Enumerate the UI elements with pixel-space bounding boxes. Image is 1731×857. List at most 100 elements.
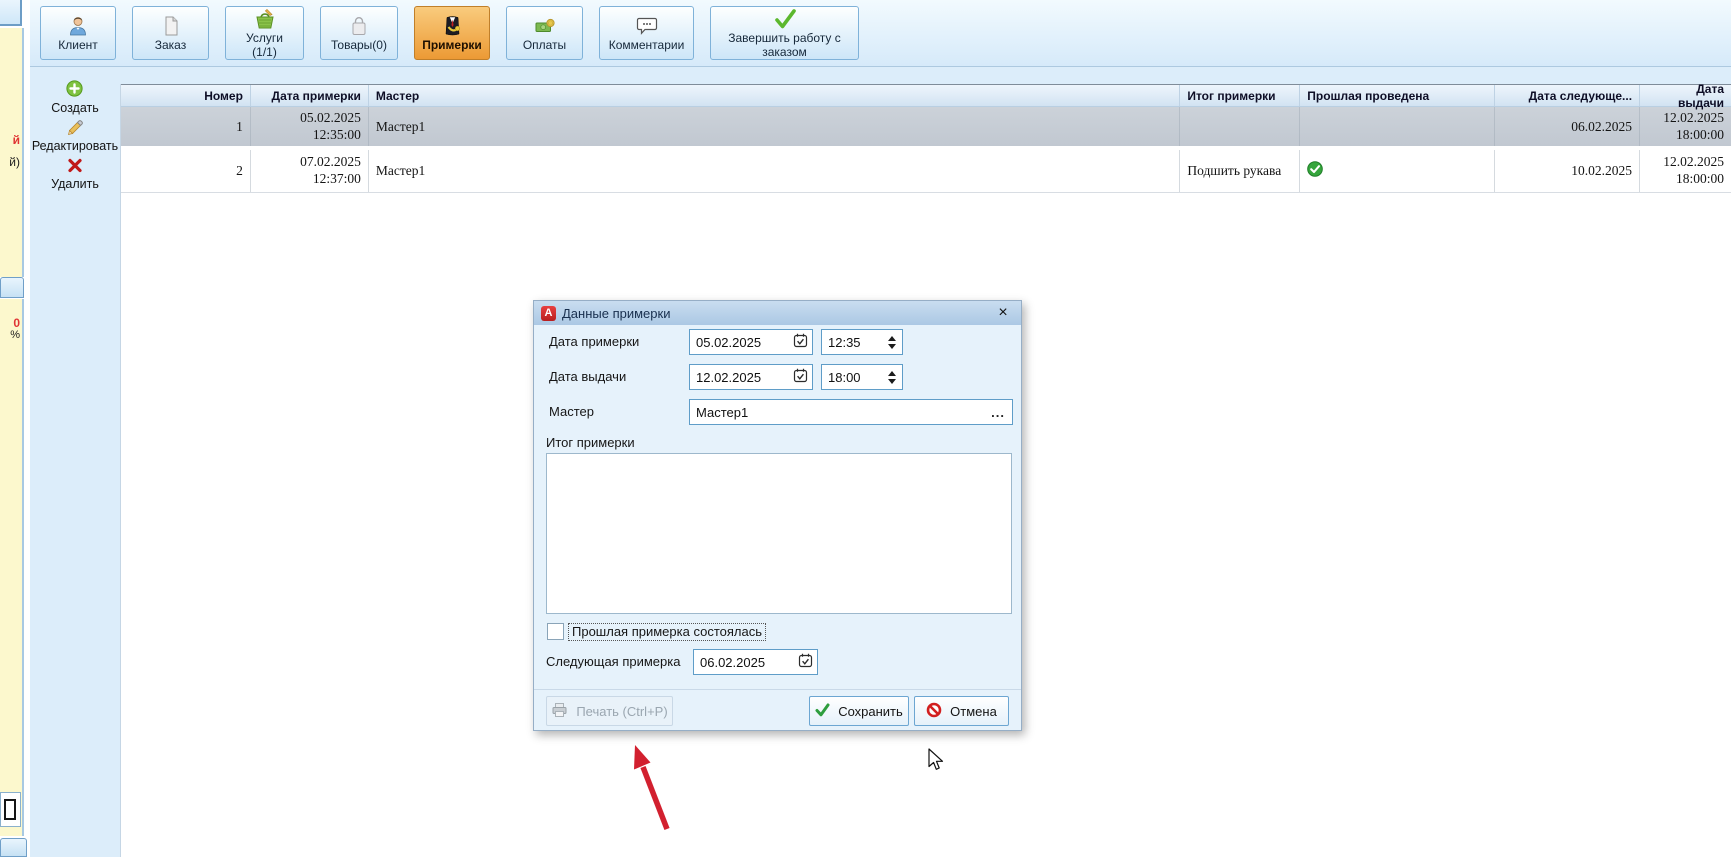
save-button[interactable]: Сохранить [809,696,909,726]
left-panel-text-fragment: й) [0,155,20,169]
print-button-label: Печать (Ctrl+P) [576,704,667,719]
fitting-data-dialog: A Данные примерки × Дата примерки 05.02.… [533,300,1022,731]
master-input[interactable]: Мастер1 ... [689,399,1013,425]
sidebar-item-create[interactable]: Создать [51,80,99,119]
order-document-icon [161,14,181,38]
printer-icon [551,702,568,721]
issue-date-label: Дата выдачи [549,369,626,384]
result-textarea[interactable] [546,453,1012,614]
time-spinner[interactable] [888,371,896,384]
toolbar-button-finish-order[interactable]: Завершить работу с заказом [710,6,859,60]
left-panel-bottom-section [0,299,24,836]
sidebar-item-label: Создать [51,101,99,115]
calendar-icon[interactable] [793,333,808,351]
app-logo-icon: A [541,306,556,321]
fitting-date-label: Дата примерки [549,334,639,349]
spinner-down-icon[interactable] [888,344,896,349]
table-row[interactable]: 1 05.02.2025 12:35:00 Мастер1 06.02.2025… [121,107,1731,150]
app-window: й й) 0 % Клиент Заказ Услуги (1/1) [0,0,1731,857]
save-check-icon [815,703,830,720]
comments-bubble-icon [635,14,659,38]
previous-fitting-checkbox[interactable] [547,623,564,640]
toolbar-button-label: Оплаты [521,39,568,52]
toolbar-button-fittings[interactable]: Примерки [414,6,490,60]
cancel-button-label: Отмена [950,704,997,719]
issue-time-value: 18:00 [828,370,888,385]
goods-bag-icon [348,14,370,38]
column-header-master[interactable]: Мастер [369,85,1180,106]
close-icon[interactable]: × [992,305,1014,321]
spinner-up-icon[interactable] [888,336,896,341]
toolbar-button-label: Товары(0) [329,39,389,52]
column-header-result[interactable]: Итог примерки [1180,85,1300,106]
fitting-date-input[interactable]: 05.02.2025 [689,329,813,355]
add-icon [66,80,83,100]
cell-master: Мастер1 [369,107,1180,146]
table-header-row: Номер Дата примерки Мастер Итог примерки… [121,84,1731,107]
toolbar-button-label: Клиент [56,39,100,52]
cell-fitting-date: 07.02.2025 12:37:00 [251,150,369,192]
master-label: Мастер [549,404,594,419]
column-header-previous-done[interactable]: Прошлая проведена [1300,85,1495,106]
cell-issue-date: 12.02.2025 18:00:00 [1640,150,1731,192]
edit-pencil-icon [65,119,84,138]
finish-check-icon [772,7,798,31]
toolbar-button-payments[interactable]: Оплаты [506,6,583,60]
sidebar-item-edit[interactable]: Редактировать [32,119,118,158]
fitting-suit-icon [441,14,464,38]
spinner-up-icon[interactable] [888,371,896,376]
cell-fitting-date: 05.02.2025 12:35:00 [251,107,369,146]
column-header-fitting-date[interactable]: Дата примерки [251,85,369,106]
toolbar-button-services[interactable]: Услуги (1/1) [225,6,304,60]
sidebar-item-label: Редактировать [32,139,118,153]
order-toolbar: Клиент Заказ Услуги (1/1) Товары(0) Прим… [30,0,1731,67]
left-panel-text-fragment: й [0,133,20,147]
toolbar-button-label: Заказ [153,39,188,52]
fitting-time-input[interactable]: 12:35 [821,329,903,355]
left-panel-top-section [0,28,24,277]
dialog-titlebar[interactable]: A Данные примерки × [534,301,1021,325]
cell-number: 1 [121,107,251,146]
toolbar-button-order[interactable]: Заказ [132,6,209,60]
print-button[interactable]: Печать (Ctrl+P) [546,696,673,726]
cell-master: Мастер1 [369,150,1180,192]
column-header-issue-date[interactable]: Дата выдачи [1640,85,1731,106]
table-row[interactable]: 2 07.02.2025 12:37:00 Мастер1 Подшить ру… [121,150,1731,193]
toolbar-button-goods[interactable]: Товары(0) [320,6,398,60]
cell-issue-date: 12.02.2025 18:00:00 [1640,107,1731,146]
left-panel-text-fragment: 0 [0,316,20,330]
sidebar-item-label: Удалить [51,177,99,191]
annotation-arrow [618,740,680,840]
issue-date-input[interactable]: 12.02.2025 [689,364,813,390]
left-panel-corner [0,0,22,26]
left-panel-bottom-strip [0,838,27,857]
browse-ellipsis-button[interactable]: ... [991,405,1005,420]
cell-result: Подшить рукава [1180,150,1300,192]
sidebar-item-delete[interactable]: Удалить [51,158,99,197]
result-label: Итог примерки [546,435,635,450]
payments-money-icon [533,14,556,38]
save-button-label: Сохранить [838,704,903,719]
toolbar-button-label: Примерки [420,39,484,52]
time-spinner[interactable] [888,336,896,349]
spinner-down-icon[interactable] [888,379,896,384]
calendar-icon[interactable] [793,368,808,386]
column-header-next-date[interactable]: Дата следующе... [1495,85,1640,106]
next-fitting-date-value: 06.02.2025 [700,655,798,670]
left-panel-text-fragment: % [0,329,20,341]
next-fitting-date-input[interactable]: 06.02.2025 [693,649,818,675]
check-circle-icon [1307,161,1323,181]
next-fitting-label: Следующая примерка [546,654,680,669]
actions-sidebar: Создать Редактировать Удалить [30,66,120,197]
column-header-number[interactable]: Номер [121,85,251,106]
toolbar-button-comments[interactable]: Комментарии [599,6,694,60]
calendar-icon[interactable] [798,653,813,671]
services-basket-icon [253,7,277,31]
toolbar-button-client[interactable]: Клиент [40,6,116,60]
master-value: Мастер1 [696,405,991,420]
previous-fitting-checkbox-label[interactable]: Прошлая примерка состоялась [568,623,766,641]
toolbar-button-label: Услуги (1/1) [244,32,285,59]
issue-time-input[interactable]: 18:00 [821,364,903,390]
left-panel-cropped-box [0,792,21,827]
cancel-button[interactable]: Отмена [914,696,1009,726]
